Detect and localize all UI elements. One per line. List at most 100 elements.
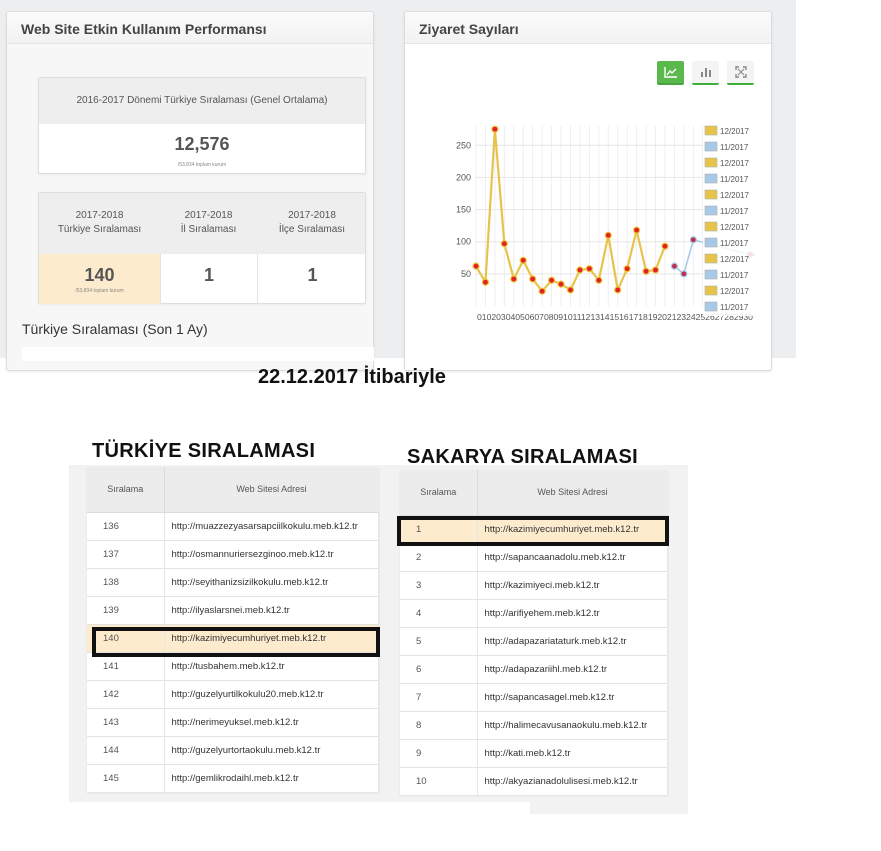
y-tick-label: 200 (456, 172, 471, 182)
legend-swatch (704, 173, 718, 184)
site-link[interactable]: http://akyazianadolulisesi.meb.k12.tr (477, 766, 668, 795)
rank-cell: 8 (400, 710, 478, 739)
data-point (491, 125, 499, 133)
turkiye-ranking-title: TÜRKİYE SIRALAMASI (92, 440, 316, 462)
site-column-header: Web Sitesi Adresi (477, 470, 668, 516)
data-point (642, 267, 650, 275)
table-row: 4 http://arifiyehem.meb.k12.tr (400, 598, 668, 627)
data-point (604, 231, 612, 239)
rank-column-header: Sıralama (400, 470, 478, 516)
table-row: 8 http://halimecavusanaokulu.meb.k12.tr (400, 710, 668, 739)
ilce-rank-value: 1 (307, 265, 318, 285)
legend-label: 12/2017 (720, 191, 749, 200)
data-point (680, 270, 688, 278)
site-link[interactable]: http://muazzezyasarsapciilkokulu.meb.k12… (164, 511, 379, 540)
legend-label: 11/2017 (720, 271, 749, 280)
table-row: 139 http://ilyaslarsnei.meb.k12.tr (87, 595, 379, 624)
data-point (670, 262, 679, 270)
line-chart-icon (663, 67, 677, 78)
il-rank-value: 1 (203, 265, 214, 285)
il-rank-cell: 1 (161, 254, 258, 304)
data-point (566, 286, 575, 294)
general-rank-note: /53,834 toplam kurum (177, 162, 227, 168)
legend-swatch (704, 285, 718, 296)
rank-column-header: Sıralama (87, 467, 165, 513)
general-rank-card: 2016-2017 Dönemi Türkiye Sıralaması (Gen… (38, 77, 366, 174)
rank-cell: 9 (400, 738, 478, 767)
line-chart-button[interactable] (657, 61, 684, 85)
table-row: 5 http://adapazariataturk.meb.k12.tr (400, 626, 668, 655)
rank-cell: 144 (87, 735, 165, 764)
turkiye-highlight-box (92, 627, 380, 657)
general-rank-value: 12,576 (174, 134, 230, 154)
table-row: 138 http://seyithanizsizilkokulu.meb.k12.… (87, 567, 379, 596)
site-link[interactable]: http://adapazariihl.meb.k12.tr (477, 654, 668, 683)
data-point (651, 266, 660, 274)
il-rank-label: 2017-2018 İl Sıralaması (180, 210, 237, 235)
site-link[interactable]: http://halimecavusanaokulu.meb.k12.tr (477, 710, 668, 739)
general-rank-label: 2016-2017 Dönemi Türkiye Sıralaması (Gen… (39, 78, 365, 124)
table-row: 137 http://osmannuriersezginoo.meb.k12.tr (87, 539, 379, 568)
site-link[interactable]: http://ilyaslarsnei.meb.k12.tr (164, 595, 379, 624)
site-link[interactable]: http://nerimeyuksel.meb.k12.tr (164, 707, 379, 736)
yearly-rank-cards: 2017-2018 Türkiye Sıralaması 2017-2018 İ… (38, 192, 366, 304)
rank-cell: 136 (87, 511, 165, 540)
rank-cell: 137 (87, 539, 165, 568)
y-tick-label: 50 (461, 269, 471, 279)
performance-panel: Web Site Etkin Kullanım Performansı (6, 11, 374, 371)
site-link[interactable]: http://seyithanizsizilkokulu.meb.k12.tr (164, 567, 379, 596)
date-caption: 22.12.2017 İtibariyle (258, 366, 446, 388)
rank-cell: 4 (400, 598, 478, 627)
table-row: 10 http://akyazianadolulisesi.meb.k12.tr (400, 766, 668, 795)
site-link[interactable]: http://kati.meb.k12.tr (477, 738, 668, 767)
visits-line-chart: 5010015020025001020304050607080910111213… (456, 122, 754, 322)
data-point (661, 242, 669, 250)
data-point (472, 262, 480, 270)
data-point (547, 276, 556, 284)
rank-cell: 143 (87, 707, 165, 736)
data-point (614, 286, 622, 294)
legend-label: 11/2017 (720, 303, 749, 312)
rank-cell: 2 (400, 542, 478, 571)
bar-chart-icon (700, 68, 711, 77)
site-link[interactable]: http://osmannuriersezginoo.meb.k12.tr (164, 539, 379, 568)
rank-cell: 138 (87, 567, 165, 596)
legend-label: 11/2017 (720, 207, 749, 216)
turkiye-rank-cell: 140 /53,834 toplam kurum (39, 254, 161, 304)
site-link[interactable]: http://sapancasagel.meb.k12.tr (477, 682, 668, 711)
visits-panel-title: Ziyaret Sayıları (405, 12, 771, 44)
monthly-rank-content (22, 347, 374, 361)
site-link[interactable]: http://guzelyurtilkokulu20.meb.k12.tr (164, 679, 379, 708)
site-link[interactable]: http://sapancaanadolu.meb.k12.tr (477, 542, 668, 571)
legend-label: 11/2017 (720, 175, 749, 184)
site-link[interactable]: http://guzelyurtortaokulu.meb.k12.tr (164, 735, 379, 764)
table-row: 9 http://kati.meb.k12.tr (400, 738, 668, 767)
legend-swatch (704, 205, 718, 216)
table-row: 136 http://muazzezyasarsapciilkokulu.meb.… (87, 511, 379, 540)
legend-label: 12/2017 (720, 159, 749, 168)
site-link[interactable]: http://arifiyehem.meb.k12.tr (477, 598, 668, 627)
table-row: 142 http://guzelyurtilkokulu20.meb.k12.tr (87, 679, 379, 708)
data-point (585, 265, 593, 273)
bar-chart-button[interactable] (692, 61, 719, 85)
turkiye-rank-note: /53,834 toplam kurum (75, 288, 124, 294)
data-point (481, 278, 490, 286)
turkiye-rank-value: 140 (84, 265, 115, 285)
legend-label: 11/2017 (720, 239, 749, 248)
fullscreen-icon (734, 66, 747, 78)
rank-cell: 139 (87, 595, 165, 624)
table-row: 144 http://guzelyurtortaokulu.meb.k12.tr (87, 735, 379, 764)
legend-swatch (704, 269, 718, 280)
rank-cell: 142 (87, 679, 165, 708)
legend-swatch (704, 253, 718, 264)
site-link[interactable]: http://kazimiyeci.meb.k12.tr (477, 570, 668, 599)
site-link[interactable]: http://gemlikrodaihl.meb.k12.tr (164, 763, 379, 792)
legend-swatch (704, 141, 718, 152)
y-tick-label: 100 (456, 237, 471, 247)
fullscreen-button[interactable] (727, 61, 754, 85)
data-point (623, 265, 631, 273)
rank-cell: 7 (400, 682, 478, 711)
site-link[interactable]: http://adapazariataturk.meb.k12.tr (477, 626, 668, 655)
visits-chart-area: 50 100 150 200 250 01020304050607080910111213… (420, 96, 770, 358)
rank-cell: 6 (400, 654, 478, 683)
